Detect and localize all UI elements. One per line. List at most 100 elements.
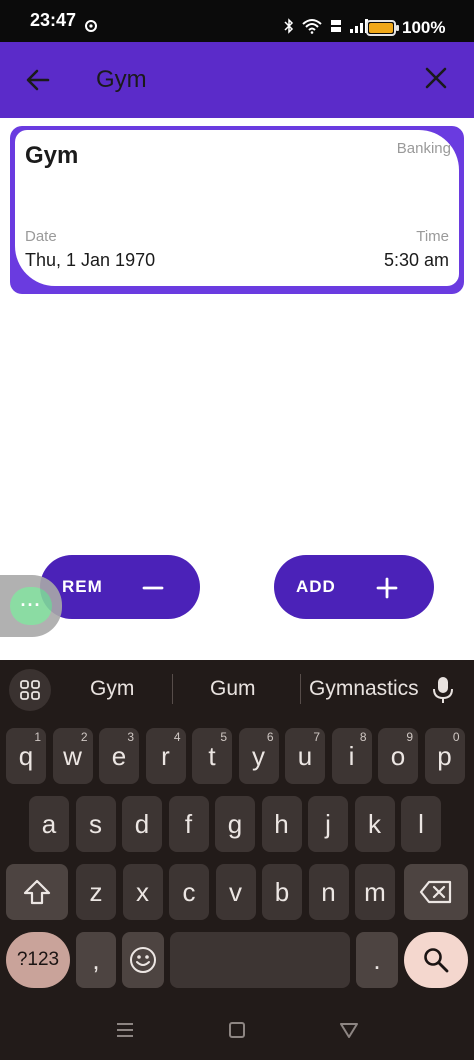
- key-i[interactable]: i8: [331, 728, 372, 784]
- key-number-hint: 4: [173, 730, 181, 744]
- suggestion-divider: [172, 674, 173, 704]
- search-input[interactable]: Gym: [96, 66, 147, 94]
- settings-gear-icon: [85, 20, 97, 32]
- key-number-hint: 7: [313, 730, 320, 744]
- status-time: 23:47: [30, 10, 77, 30]
- key-label: r: [161, 741, 170, 771]
- suggestion-1[interactable]: Gym: [90, 677, 134, 701]
- search-key[interactable]: [404, 932, 468, 988]
- backspace-key[interactable]: [404, 864, 468, 920]
- reminder-card-body: Gym Banking Date Thu, 1 Jan 1970 Time 5:…: [15, 130, 459, 286]
- rem-button[interactable]: REM: [40, 555, 200, 619]
- key-e[interactable]: e3: [99, 728, 139, 784]
- key-label: t: [208, 741, 216, 771]
- key-k[interactable]: k: [354, 796, 395, 852]
- key-number-hint: 2: [80, 730, 88, 744]
- suggestion-3[interactable]: Gymnastics: [309, 677, 419, 701]
- key-label: y: [252, 741, 265, 771]
- recent-apps-icon[interactable]: [116, 1022, 134, 1038]
- home-icon[interactable]: [229, 1022, 245, 1038]
- key-label: i: [348, 741, 355, 771]
- battery-icon: [366, 20, 399, 36]
- reminder-card[interactable]: Gym Banking Date Thu, 1 Jan 1970 Time 5:…: [10, 126, 464, 294]
- key-label: u: [297, 741, 313, 771]
- key-z[interactable]: z: [76, 864, 116, 920]
- key-v[interactable]: v: [215, 864, 256, 920]
- keyboard-menu-button[interactable]: [9, 669, 51, 711]
- key-o[interactable]: o9: [378, 728, 418, 784]
- date-label: Date: [25, 228, 57, 245]
- system-nav-bar: [0, 1000, 474, 1060]
- space-key[interactable]: [170, 932, 350, 988]
- rem-button-label: REM: [62, 577, 103, 596]
- key-y[interactable]: y6: [238, 728, 279, 784]
- battery-fill: [369, 23, 393, 33]
- suggestion-2[interactable]: Gum: [210, 677, 256, 701]
- back-triangle-icon[interactable]: [340, 1022, 358, 1038]
- time-label: Time: [416, 228, 449, 245]
- reminder-category: Banking: [396, 140, 451, 157]
- period-key[interactable]: .: [356, 932, 398, 988]
- time-value: 5:30 am: [383, 250, 449, 270]
- minus-icon: [142, 586, 164, 590]
- status-bar: 23:47 100%: [0, 0, 474, 42]
- comma-key[interactable]: ,: [76, 932, 116, 988]
- key-label: w: [63, 741, 82, 771]
- key-label: e: [111, 741, 127, 771]
- key-m[interactable]: m: [355, 864, 395, 920]
- key-number-hint: 3: [127, 730, 134, 744]
- key-r[interactable]: r4: [145, 728, 186, 784]
- shift-icon: [23, 879, 51, 905]
- microphone-icon[interactable]: [432, 676, 454, 704]
- key-label: o: [390, 741, 406, 771]
- key-number-hint: 1: [34, 730, 41, 744]
- close-icon[interactable]: [424, 66, 448, 90]
- key-label: p: [437, 741, 452, 771]
- shift-key[interactable]: [6, 864, 68, 920]
- key-number-hint: 9: [406, 730, 413, 744]
- key-number-hint: 6: [266, 730, 274, 744]
- key-w[interactable]: w2: [52, 728, 93, 784]
- key-a[interactable]: a: [29, 796, 69, 852]
- bubble-button: ···: [10, 587, 52, 625]
- key-p[interactable]: p0: [424, 728, 465, 784]
- emoji-icon: [130, 947, 156, 973]
- bluetooth-icon: [284, 18, 294, 34]
- key-s[interactable]: s: [75, 796, 116, 852]
- plus-icon: [376, 577, 398, 599]
- key-label: q: [18, 741, 34, 771]
- floating-bubble[interactable]: ···: [0, 575, 62, 637]
- key-number-hint: 8: [359, 730, 367, 744]
- key-j[interactable]: j: [308, 796, 348, 852]
- status-icons: [284, 17, 368, 35]
- battery-percent: 100%: [402, 18, 446, 37]
- key-t[interactable]: t5: [192, 728, 232, 784]
- key-x[interactable]: x: [122, 864, 163, 920]
- key-d[interactable]: d: [122, 796, 162, 852]
- key-number-hint: 0: [452, 730, 460, 744]
- key-l[interactable]: l: [401, 796, 441, 852]
- suggestion-divider: [300, 674, 301, 704]
- key-h[interactable]: h: [261, 796, 302, 852]
- add-button[interactable]: ADD: [274, 555, 434, 619]
- key-f[interactable]: f: [168, 796, 209, 852]
- symbols-key[interactable]: ?123: [6, 932, 70, 988]
- search-app-bar: Gym: [0, 42, 474, 118]
- volte-icon: [331, 20, 341, 32]
- key-c[interactable]: c: [169, 864, 209, 920]
- key-u[interactable]: u7: [285, 728, 325, 784]
- more-dots-icon: ···: [20, 595, 42, 615]
- date-value: Thu, 1 Jan 1970: [25, 250, 156, 270]
- key-b[interactable]: b: [262, 864, 302, 920]
- reminder-title: Gym: [25, 142, 79, 169]
- grid-icon: [20, 680, 40, 700]
- emoji-key[interactable]: [122, 932, 164, 988]
- arrow-left-icon[interactable]: [24, 66, 52, 94]
- key-number-hint: 5: [220, 730, 227, 744]
- key-n[interactable]: n: [308, 864, 349, 920]
- key-g[interactable]: g: [215, 796, 255, 852]
- wifi-icon: [302, 19, 322, 34]
- key-q[interactable]: q1: [6, 728, 46, 784]
- suggestion-bar: Gym Gum Gymnastics: [0, 660, 474, 718]
- add-button-label: ADD: [296, 577, 336, 596]
